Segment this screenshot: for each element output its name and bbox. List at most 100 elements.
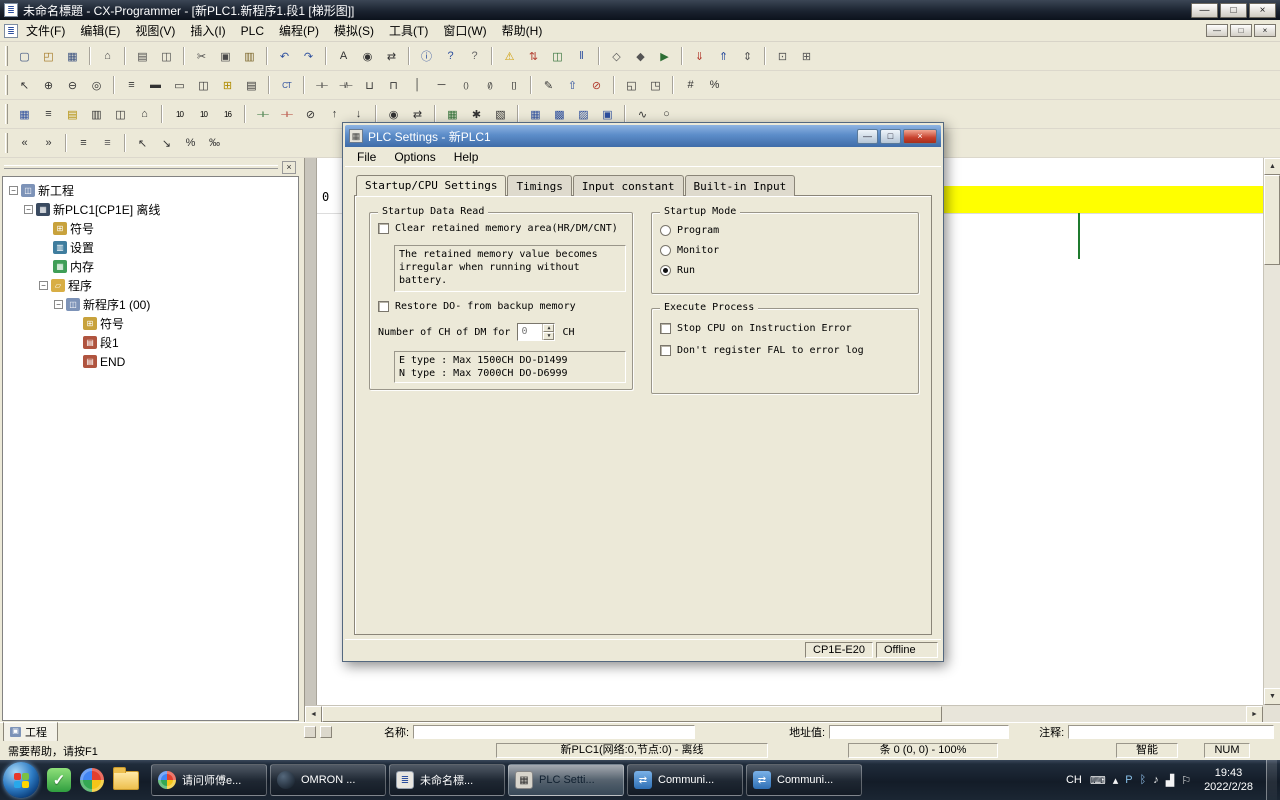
context-help-icon[interactable]: ? [463,45,486,67]
indent-rung-icon[interactable]: » [37,132,60,154]
instruction-icon[interactable]: [ ] [502,74,525,96]
dialog-minimize-button[interactable]: — [857,129,878,144]
compile-icon[interactable]: ⊡ [771,45,794,67]
about-icon[interactable]: ⓘ [415,45,438,67]
outdent-rung-icon[interactable]: « [13,132,36,154]
menu-plc[interactable]: PLC [234,22,271,40]
view-comments-icon[interactable]: ▤ [240,74,263,96]
tree-item[interactable]: −◫新工程 [5,181,296,200]
show-desktop-button[interactable] [1266,760,1277,800]
start-button[interactable] [3,762,39,798]
plc-error-log-icon[interactable]: ⚠ [498,45,521,67]
quick-launch-antivirus-icon[interactable]: ✓ [47,768,71,792]
action-center-flag-icon[interactable]: ⚐ [1181,774,1191,787]
dialog-menu-file[interactable]: File [349,149,384,164]
zoom-in-icon[interactable]: ⊕ [37,74,60,96]
horizontal-scrollbar-thumb[interactable] [322,706,942,722]
menu-tools[interactable]: 工具(T) [382,20,435,41]
view-ct-icon[interactable]: CT [275,74,298,96]
panel-drag-handle[interactable] [4,165,278,169]
view-list-icon[interactable]: ≡ [120,74,143,96]
panel-close-icon[interactable]: × [282,161,296,174]
tree-expander-icon[interactable]: − [9,186,18,195]
menu-program[interactable]: 编程(P) [272,20,326,41]
debug-mode-icon[interactable]: ◆ [629,45,652,67]
run-mode-radio[interactable] [660,265,671,276]
clear-retained-memory-checkbox[interactable] [378,223,389,234]
network-icon[interactable]: ▟ [1166,774,1174,787]
quick-launch-explorer-icon[interactable] [113,771,139,790]
tree-item[interactable]: ⊞符号 [5,314,296,333]
pointer-icon[interactable]: ↖ [13,74,36,96]
menu-simulation[interactable]: 模拟(S) [327,20,381,41]
zoom-16-icon[interactable]: 16 [216,103,239,125]
dialog-close-button[interactable]: × [903,129,937,144]
transfer-from-plc-icon[interactable]: ⇑ [712,45,735,67]
tree-item[interactable]: ▤END [5,352,296,371]
coil-icon[interactable]: ( ) [454,74,477,96]
ime-keyboard-icon[interactable]: ⌨ [1090,774,1106,787]
monitor-mode-icon[interactable]: ◫ [546,45,569,67]
dialog-titlebar[interactable]: ▦ PLC Settings - 新PLC1 — □ × [345,125,941,147]
editor-horizontal-scrollbar[interactable]: ◄ ► [305,705,1263,722]
mdi-minimize-button[interactable]: — [1206,24,1228,37]
contact-nc-icon[interactable]: ⊣/⊢ [334,74,357,96]
scroll-right-icon[interactable]: ► [1246,706,1263,723]
zoom-out-icon[interactable]: ⊖ [61,74,84,96]
replace-icon[interactable]: ⇄ [380,45,403,67]
dm-count-spinner[interactable]: 0 ▲ ▼ [517,323,555,341]
toolbar-grip[interactable] [5,75,8,95]
paste-icon[interactable]: ▥ [238,45,261,67]
volume-icon[interactable]: ♪ [1153,774,1159,786]
view-watch-window-icon[interactable]: ◫ [192,74,215,96]
spin-up-icon[interactable]: ▲ [543,324,554,332]
justify-rungs-icon[interactable]: ≡ [96,132,119,154]
project-tree[interactable]: −◫新工程−▦新PLC1[CP1E] 离线⊞符号▥设置▦内存−▱程序−◫新程序1… [2,176,299,721]
address-field[interactable] [829,725,1009,739]
mdi-close-button[interactable]: × [1254,24,1276,37]
print-icon[interactable]: ▤ [131,45,154,67]
print-preview-icon[interactable]: ◫ [155,45,178,67]
contact-no-icon[interactable]: ⊣⊢ [310,74,333,96]
monitor-mode-radio[interactable] [660,245,671,256]
coil-nc-icon[interactable]: (/) [478,74,501,96]
send-changes-icon[interactable]: ⇧ [561,74,584,96]
find-icon[interactable]: ◉ [356,45,379,67]
toolbar-grip[interactable] [5,104,8,124]
split-left-button[interactable] [304,726,316,738]
spin-down-icon[interactable]: ▼ [543,332,554,340]
cascade-windows-icon[interactable]: ◱ [620,74,643,96]
tree-expander-icon[interactable]: − [54,300,63,309]
taskbar-button[interactable]: ⇄Communi... [627,764,743,796]
view-output-window-icon[interactable]: ▭ [168,74,191,96]
run-mode-icon[interactable]: ▶ [653,45,676,67]
or-contact-no-icon[interactable]: ⊔ [358,74,381,96]
cut-icon[interactable]: ✂ [190,45,213,67]
force-off-icon[interactable]: ⊣⊢ [275,103,298,125]
menu-file[interactable]: 文件(F) [19,20,72,41]
program-mode-icon[interactable]: ◇ [605,45,628,67]
hidden-icons-chevron[interactable]: ▴ [1113,774,1119,787]
taskbar-clock[interactable]: 19:43 2022/2/28 [1204,766,1253,795]
cancel-online-edit-icon[interactable]: ⊘ [585,74,608,96]
scroll-down-icon[interactable]: ▼ [1264,688,1280,705]
tab-input-constant[interactable]: Input constant [573,175,684,196]
tree-item[interactable]: ▥设置 [5,238,296,257]
language-indicator[interactable]: CH [1066,774,1082,786]
work-online-icon[interactable]: ⇅ [522,45,545,67]
io-table-icon[interactable]: ⌂ [133,103,156,125]
grid-toggle-icon[interactable]: ⊞ [216,74,239,96]
tab-timings[interactable]: Timings [507,175,571,196]
transfer-to-plc-icon[interactable]: ⇓ [688,45,711,67]
vertical-scrollbar-thumb[interactable] [1264,175,1280,265]
menu-window[interactable]: 窗口(W) [436,20,493,41]
editor-vertical-scrollbar[interactable]: ▲ ▼ [1263,158,1280,705]
section-list-icon[interactable]: ▥ [85,103,108,125]
name-field[interactable] [413,725,695,739]
save-file-icon[interactable]: ▦ [61,45,84,67]
verify-with-plc-icon[interactable]: ⇕ [736,45,759,67]
zoom-fit-icon[interactable]: ◎ [85,74,108,96]
rung-number-icon[interactable]: # [679,74,702,96]
copy-icon[interactable]: ▣ [214,45,237,67]
maximize-button[interactable]: □ [1220,3,1247,18]
